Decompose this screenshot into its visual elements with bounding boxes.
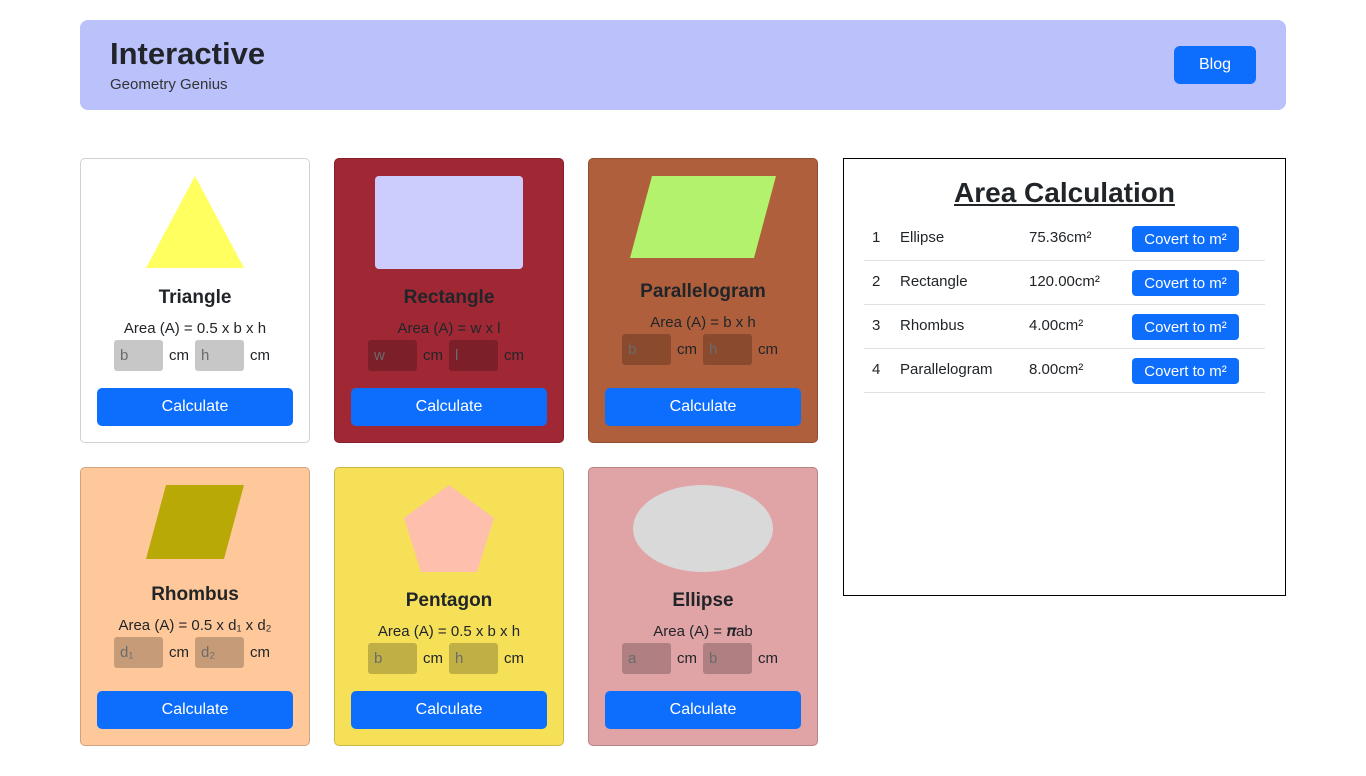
unit-label: cm <box>677 341 697 358</box>
row-area: 8.00cm² <box>1029 361 1084 378</box>
row-index: 2 <box>872 273 881 290</box>
card-ellipse: Ellipse Area (A) = 𝝅ab cm cm Calculate <box>588 467 818 746</box>
base-input[interactable] <box>368 643 417 674</box>
height-input[interactable] <box>195 340 244 371</box>
row-index: 4 <box>872 361 881 378</box>
calculate-button[interactable]: Calculate <box>605 691 801 729</box>
base-input[interactable] <box>114 340 163 371</box>
card-triangle: Triangle Area (A) = 0.5 x b x h cm cm Ca… <box>80 158 310 443</box>
unit-label: cm <box>169 347 189 364</box>
result-row: 1 Ellipse 75.36cm² Covert to m² <box>864 217 1265 261</box>
brand-title: Interactive <box>110 36 266 71</box>
result-row: 2 Rectangle 120.00cm² Covert to m² <box>864 261 1265 305</box>
rhombus-shape-icon <box>146 485 244 559</box>
calculate-button[interactable]: Calculate <box>97 691 293 729</box>
row-shape-name: Ellipse <box>900 229 945 246</box>
card-rectangle: Rectangle Area (A) = w x l cm cm Calcula… <box>334 158 564 443</box>
row-area: 120.00cm² <box>1029 273 1100 290</box>
row-area: 75.36cm² <box>1029 229 1092 246</box>
row-shape-name: Parallelogram <box>900 361 993 378</box>
input-group: cm cm <box>335 340 563 371</box>
brand-subtitle: Geometry Genius <box>110 76 228 93</box>
card-title: Ellipse <box>672 590 734 611</box>
input-group: cm cm <box>589 334 817 365</box>
length-input[interactable] <box>449 340 498 371</box>
unit-label: cm <box>504 347 524 364</box>
calculate-button[interactable]: Calculate <box>351 691 547 729</box>
row-shape-name: Rectangle <box>900 273 968 290</box>
base-input[interactable] <box>622 334 671 365</box>
unit-label: cm <box>504 650 524 667</box>
row-index: 1 <box>872 229 881 246</box>
header-banner: Interactive Geometry Genius Blog <box>80 20 1286 110</box>
calculate-button[interactable]: Calculate <box>605 388 801 426</box>
result-row: 4 Parallelogram 8.00cm² Covert to m² <box>864 349 1265 393</box>
unit-label: cm <box>169 644 189 661</box>
card-title: Parallelogram <box>640 281 766 302</box>
unit-label: cm <box>758 650 778 667</box>
card-formula: Area (A) = 0.5 x b x h <box>377 623 521 640</box>
unit-label: cm <box>423 347 443 364</box>
convert-to-m2-button[interactable]: Covert to m² <box>1132 226 1239 252</box>
rectangle-shape-icon <box>375 176 523 269</box>
convert-to-m2-button[interactable]: Covert to m² <box>1132 270 1239 296</box>
triangle-shape-icon <box>146 176 244 268</box>
semi-major-input[interactable] <box>622 643 671 674</box>
input-group: cm cm <box>335 643 563 674</box>
height-input[interactable] <box>703 334 752 365</box>
card-title: Rectangle <box>403 287 495 308</box>
calculate-button[interactable]: Calculate <box>351 388 547 426</box>
convert-to-m2-button[interactable]: Covert to m² <box>1132 358 1239 384</box>
width-input[interactable] <box>368 340 417 371</box>
diagonal-one-input[interactable] <box>114 637 163 668</box>
input-group: cm cm <box>81 340 309 371</box>
card-parallelogram: Parallelogram Area (A) = b x h cm cm Cal… <box>588 158 818 443</box>
result-row: 3 Rhombus 4.00cm² Covert to m² <box>864 305 1265 349</box>
panel-title: Area Calculation <box>954 177 1175 208</box>
input-group: cm cm <box>81 637 309 668</box>
card-pentagon: Pentagon Area (A) = 0.5 x b x h cm cm Ca… <box>334 467 564 746</box>
diagonal-two-input[interactable] <box>195 637 244 668</box>
convert-to-m2-button[interactable]: Covert to m² <box>1132 314 1239 340</box>
unit-label: cm <box>758 341 778 358</box>
height-input[interactable] <box>449 643 498 674</box>
ellipse-shape-icon <box>633 485 773 572</box>
card-title: Pentagon <box>405 590 493 611</box>
row-area: 4.00cm² <box>1029 317 1084 334</box>
parallelogram-shape-icon <box>630 176 776 258</box>
pentagon-shape-icon <box>404 485 494 572</box>
card-title: Rhombus <box>151 584 239 605</box>
card-title: Triangle <box>158 287 232 308</box>
semi-minor-input[interactable] <box>703 643 752 674</box>
unit-label: cm <box>677 650 697 667</box>
input-group: cm cm <box>589 643 817 674</box>
unit-label: cm <box>250 644 270 661</box>
card-formula: Area (A) = 𝝅ab <box>653 623 753 640</box>
area-calculation-panel: Area Calculation 1 Ellipse 75.36cm² Cove… <box>843 158 1286 596</box>
card-formula: Area (A) = b x h <box>650 314 756 331</box>
blog-button[interactable]: Blog <box>1174 46 1256 84</box>
unit-label: cm <box>250 347 270 364</box>
card-rhombus: Rhombus Area (A) = 0.5 x d₁ x d₂ cm cm C… <box>80 467 310 746</box>
unit-label: cm <box>423 650 443 667</box>
calculate-button[interactable]: Calculate <box>97 388 293 426</box>
card-formula: Area (A) = 0.5 x b x h <box>123 320 267 337</box>
row-index: 3 <box>872 317 881 334</box>
card-formula: Area (A) = w x l <box>397 320 501 337</box>
row-shape-name: Rhombus <box>900 317 965 334</box>
card-formula: Area (A) = 0.5 x d₁ x d₂ <box>118 617 272 634</box>
